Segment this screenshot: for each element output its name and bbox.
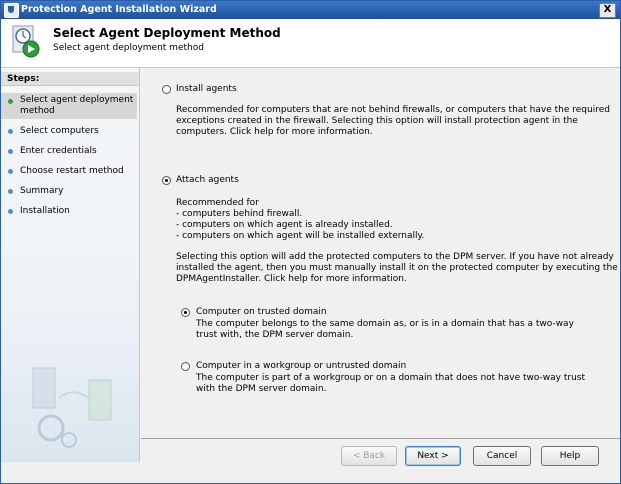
sidebar-item-label: Select agent deployment method xyxy=(20,95,134,116)
title-bar[interactable]: Protection Agent Installation Wizard X xyxy=(1,1,620,19)
sidebar-item-label: Installation xyxy=(20,206,70,216)
step-bullet-icon xyxy=(8,149,13,154)
window-title: Protection Agent Installation Wizard xyxy=(21,4,217,15)
attach-recommended-item: - computers on which agent is already in… xyxy=(176,220,393,230)
install-agents-description: Recommended for computers that are not b… xyxy=(176,105,610,137)
attach-recommended-heading: Recommended for xyxy=(176,198,259,208)
options-panel: Install agents Recommended for computers… xyxy=(141,68,620,438)
wizard-header: Select Agent Deployment Method Select ag… xyxy=(1,19,620,68)
steps-heading: Steps: xyxy=(1,72,139,86)
step-bullet-icon xyxy=(8,189,13,194)
install-agents-label[interactable]: Install agents xyxy=(176,84,237,94)
step-bullet-icon xyxy=(8,129,13,134)
workgroup-radio[interactable] xyxy=(181,362,190,371)
attach-recommended-item: - computers on which agent will be insta… xyxy=(176,231,425,241)
step-bullet-icon xyxy=(8,209,13,214)
wizard-clock-play-icon xyxy=(12,25,40,58)
wizard-window: Protection Agent Installation Wizard X S… xyxy=(0,0,621,484)
footer-divider xyxy=(141,438,620,439)
sidebar-item-label: Summary xyxy=(20,186,64,196)
steps-sidebar: Steps: Select agent deployment method Se… xyxy=(1,68,140,462)
step-bullet-icon xyxy=(8,169,13,174)
install-agents-radio[interactable] xyxy=(162,85,171,94)
sidebar-item-select-agent-deployment-method[interactable]: Select agent deployment method xyxy=(1,93,137,119)
sidebar-item-installation[interactable]: Installation xyxy=(1,206,137,220)
shield-icon xyxy=(4,3,19,18)
trusted-domain-radio[interactable] xyxy=(181,308,190,317)
cancel-button[interactable]: Cancel xyxy=(473,446,531,466)
workgroup-label[interactable]: Computer in a workgroup or untrusted dom… xyxy=(196,361,406,371)
next-button[interactable]: Next > xyxy=(405,446,461,466)
sidebar-item-label: Choose restart method xyxy=(20,166,124,176)
page-title: Select Agent Deployment Method xyxy=(53,26,281,40)
attach-agents-radio[interactable] xyxy=(162,176,171,185)
sidebar-item-enter-credentials[interactable]: Enter credentials xyxy=(1,146,137,160)
server-gears-decoration-icon xyxy=(32,367,112,448)
sidebar-item-summary[interactable]: Summary xyxy=(1,186,137,200)
sidebar-item-choose-restart-method[interactable]: Choose restart method xyxy=(1,166,137,180)
attach-agents-description: Selecting this option will add the prote… xyxy=(176,252,618,284)
help-button[interactable]: Help xyxy=(541,446,599,466)
back-button[interactable]: < Back xyxy=(341,446,397,466)
workgroup-description: The computer is part of a workgroup or o… xyxy=(196,373,586,394)
close-button[interactable]: X xyxy=(599,3,616,18)
trusted-domain-description: The computer belongs to the same domain … xyxy=(196,319,574,340)
current-step-icon xyxy=(8,99,13,104)
sidebar-item-label: Enter credentials xyxy=(20,146,97,156)
page-subtitle: Select agent deployment method xyxy=(53,43,204,53)
sidebar-item-select-computers[interactable]: Select computers xyxy=(1,126,137,140)
sidebar-item-label: Select computers xyxy=(20,126,99,136)
attach-agents-label[interactable]: Attach agents xyxy=(176,175,239,185)
attach-recommended-item: - computers behind firewall. xyxy=(176,209,303,219)
trusted-domain-label[interactable]: Computer on trusted domain xyxy=(196,307,327,317)
